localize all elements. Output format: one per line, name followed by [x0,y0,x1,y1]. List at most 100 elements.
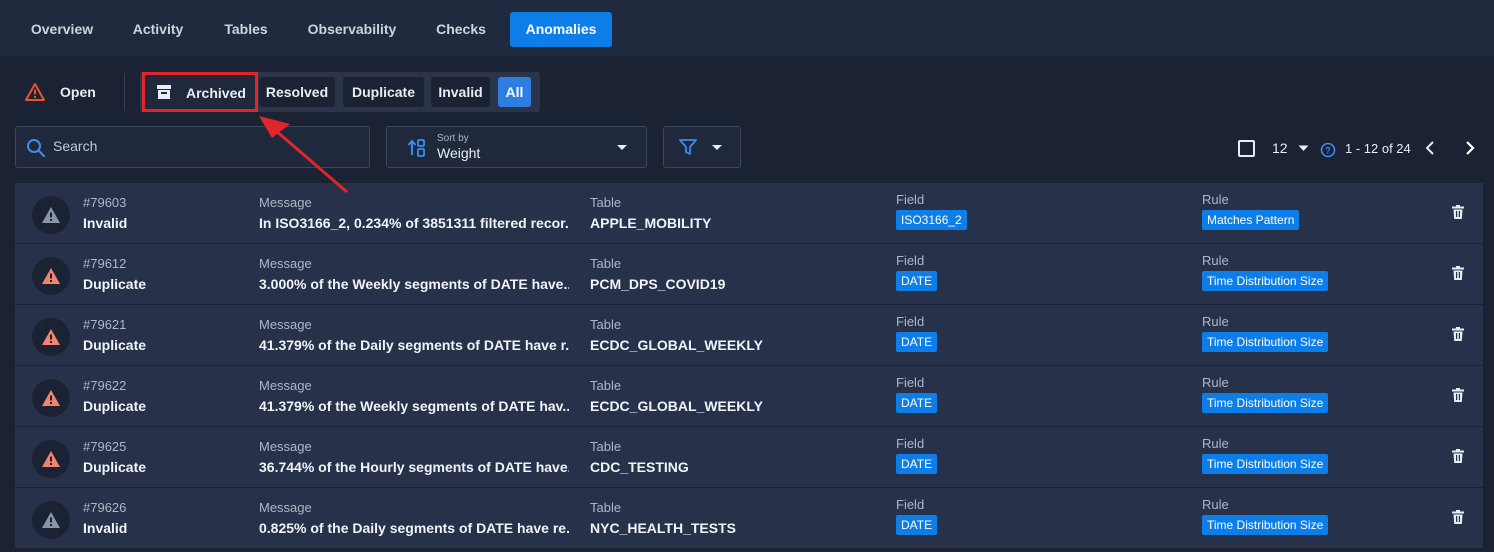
field-label: Field [896,436,925,451]
message-label: Message [259,500,312,515]
trash-icon[interactable] [1452,449,1464,463]
chevron-down-icon [712,145,722,150]
message-label: Message [259,317,312,332]
field-label: Field [896,192,925,207]
all-button[interactable]: All [498,77,531,107]
rule-chip: Time Distribution Size [1202,393,1329,413]
status-avatar [32,196,70,234]
rule-label: Rule [1202,375,1229,390]
trash-icon[interactable] [1452,205,1464,219]
invalid-button[interactable]: Invalid [431,77,490,107]
tab-checks[interactable]: Checks [423,12,499,47]
anomaly-id: #79621 [83,317,127,332]
select-all-checkbox[interactable] [1238,140,1255,157]
field-chip: DATE [896,332,938,352]
archive-icon [157,85,171,99]
sort-by-select[interactable] [386,126,647,168]
rule-label: Rule [1202,497,1229,512]
field-label: Field [896,375,925,390]
search-placeholder: Search [53,138,98,154]
field-label: Field [896,314,925,329]
rule-chip: Time Distribution Size [1202,515,1329,535]
chevron-right-icon[interactable] [1465,141,1475,155]
field-chip: DATE [896,271,938,291]
search-icon [27,139,46,158]
field-chip: DATE [896,393,938,413]
tab-tables[interactable]: Tables [210,12,282,47]
tab-activity[interactable]: Activity [120,12,196,47]
archived-label: Archived [186,85,246,101]
open-label[interactable]: Open [60,84,96,100]
anomaly-id: #79603 [83,195,127,210]
filter-button[interactable] [663,126,741,168]
rule-label: Rule [1202,436,1229,451]
rule-chip: Time Distribution Size [1202,332,1329,352]
trash-icon[interactable] [1452,510,1464,524]
anomaly-row[interactable]: #79603 Invalid Message In ISO3166_2, 0.2… [15,183,1483,243]
anomaly-status: Duplicate [83,276,147,292]
table-value: PCM_DPS_COVID19 [590,276,726,292]
duplicate-button[interactable]: Duplicate [343,77,424,107]
resolved-button[interactable]: Resolved [259,77,335,107]
field-label: Field [896,253,925,268]
trash-icon[interactable] [1452,327,1464,341]
tab-overview[interactable]: Overview [16,12,108,47]
tab-observability[interactable]: Observability [296,12,408,47]
table-value: CDC_TESTING [590,459,689,475]
message-value: In ISO3166_2, 0.234% of 3851311 filtered… [259,215,569,231]
warning-icon [42,390,60,406]
rule-chip: Time Distribution Size [1202,271,1329,291]
anomaly-row[interactable]: #79612 Duplicate Message 3.000% of the W… [15,244,1483,304]
field-label: Field [896,497,925,512]
table-label: Table [590,195,622,210]
anomaly-id: #79625 [83,439,127,454]
chevron-down-icon [617,145,627,150]
message-value: 41.379% of the Weekly segments of DATE h… [259,398,569,414]
help-icon[interactable]: ? [1320,142,1336,158]
table-value: NYC_HEALTH_TESTS [590,520,736,536]
anomaly-row[interactable]: #79622 Duplicate Message 41.379% of the … [15,366,1483,426]
anomaly-row[interactable]: #79625 Duplicate Message 36.744% of the … [15,427,1483,487]
sort-by-value: Weight [437,145,481,161]
sort-icon [407,139,425,157]
filter-icon [679,139,697,155]
archived-button[interactable]: Archived [142,72,258,112]
tab-anomalies[interactable]: Anomalies [510,12,612,47]
trash-icon[interactable] [1452,266,1464,280]
field-chip: DATE [896,515,938,535]
trash-icon[interactable] [1452,388,1464,402]
rule-label: Rule [1202,253,1229,268]
anomaly-row[interactable]: #79621 Duplicate Message 41.379% of the … [15,305,1483,365]
anomaly-status: Invalid [83,520,128,536]
warning-icon [42,451,60,467]
anomaly-id: #79612 [83,256,127,271]
status-avatar [32,440,70,478]
chevron-down-icon[interactable] [1298,145,1309,152]
anomaly-row[interactable]: #79626 Invalid Message 0.825% of the Dai… [15,488,1483,548]
chevron-left-icon[interactable] [1425,141,1435,155]
message-label: Message [259,256,312,271]
anomaly-status: Duplicate [83,398,147,414]
status-avatar [32,501,70,539]
rule-chip: Matches Pattern [1202,210,1300,230]
message-value: 41.379% of the Daily segments of DATE ha… [259,337,569,353]
top-tab-bar: Overview Activity Tables Observability C… [0,0,1494,56]
warning-icon [42,512,60,528]
anomaly-id: #79622 [83,378,127,393]
warning-icon [42,268,60,284]
status-avatar [32,379,70,417]
rule-label: Rule [1202,192,1229,207]
per-page-select[interactable]: 12 [1272,140,1288,156]
warning-icon [42,207,60,223]
table-value: APPLE_MOBILITY [590,215,712,231]
warning-icon [42,329,60,345]
message-label: Message [259,378,312,393]
svg-text:?: ? [1325,146,1331,156]
page-range: 1 - 12 of 24 [1345,141,1411,156]
anomaly-status: Invalid [83,215,128,231]
table-label: Table [590,256,622,271]
table-label: Table [590,439,622,454]
rule-label: Rule [1202,314,1229,329]
field-chip: ISO3166_2 [896,210,967,230]
open-status-button[interactable] [24,80,46,104]
